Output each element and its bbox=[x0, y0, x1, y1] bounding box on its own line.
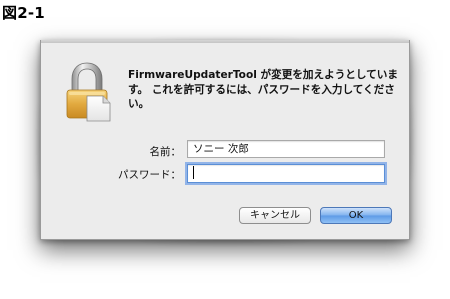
password-field[interactable] bbox=[187, 164, 385, 183]
cancel-button[interactable]: キャンセル bbox=[239, 207, 311, 224]
dialog-message: FirmwareUpdaterTool が変更を加えようとしています。 これを許… bbox=[128, 69, 398, 110]
name-field[interactable]: ソニー 次郎 bbox=[187, 140, 385, 158]
dialog-top-edge bbox=[41, 40, 409, 43]
lock-document-icon bbox=[63, 62, 113, 122]
figure-label: 図2-1 bbox=[2, 4, 45, 22]
authentication-dialog: FirmwareUpdaterTool が変更を加えようとしています。 これを許… bbox=[40, 40, 410, 240]
name-field-value: ソニー 次郎 bbox=[193, 143, 249, 155]
text-caret bbox=[193, 166, 194, 179]
password-label: パスワード： bbox=[118, 169, 181, 181]
name-label: 名前： bbox=[149, 146, 182, 158]
ok-button[interactable]: OK bbox=[320, 207, 392, 224]
